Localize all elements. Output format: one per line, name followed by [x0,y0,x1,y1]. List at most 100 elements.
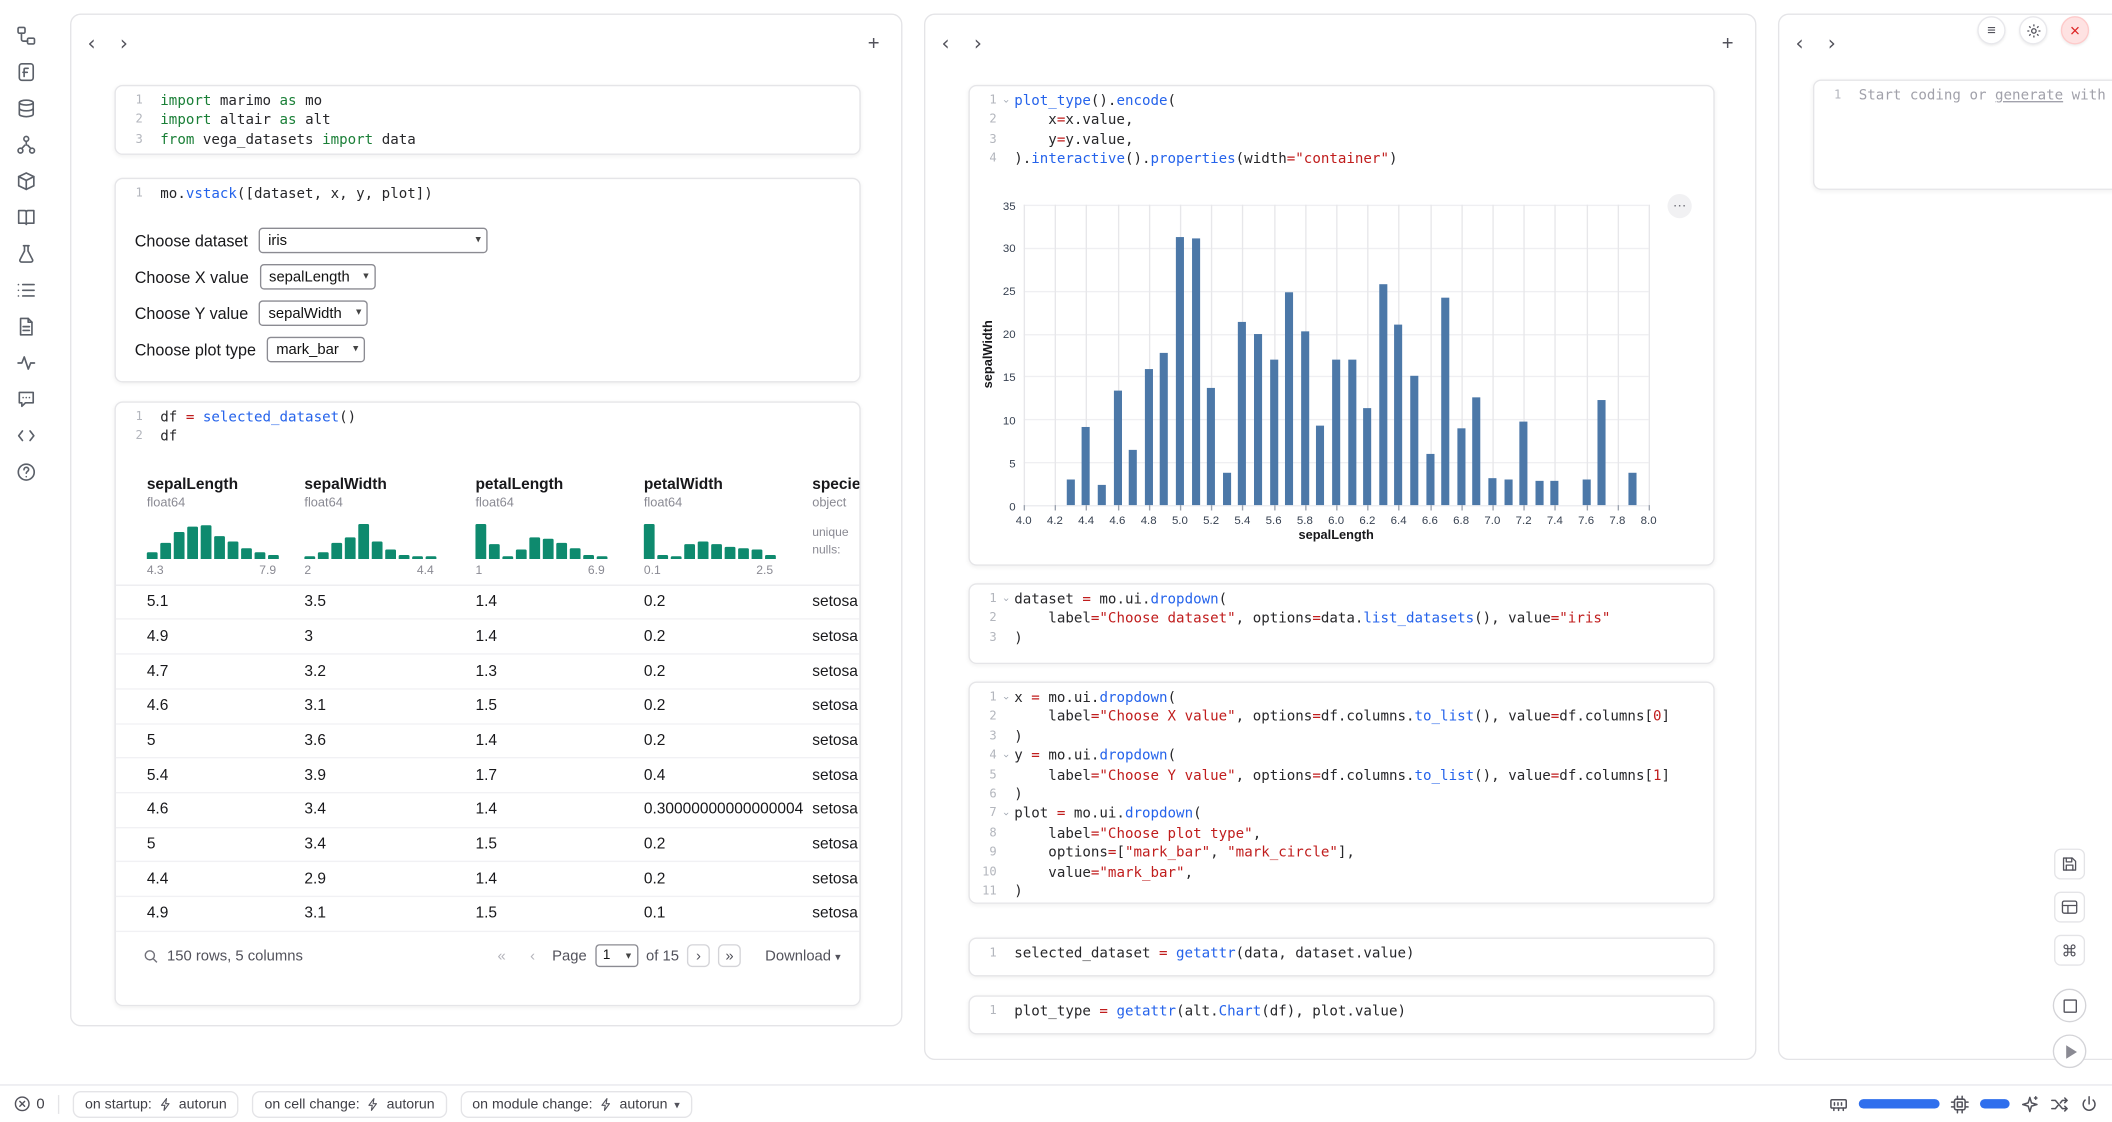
chart-bar[interactable] [1113,391,1121,505]
editor-placeholder[interactable]: Start coding or [1859,88,1995,104]
cell-plot-type[interactable]: 1plot_type = getattr(alt.Chart(df), plot… [968,995,1714,1034]
search-icon[interactable] [143,948,159,964]
chart-bar[interactable] [1160,353,1168,505]
variables-icon[interactable] [15,133,37,155]
chart-bar[interactable] [1441,298,1449,505]
column-header[interactable]: species object uniquenulls: [812,477,860,577]
code-editor[interactable]: 1selected_dataset = getattr(data, datase… [970,939,1714,969]
notebook-file-icon[interactable] [15,61,37,83]
add-cell-button[interactable]: + [1714,30,1742,56]
packages-icon[interactable] [15,170,37,192]
chart-bar[interactable] [1301,332,1309,505]
chart-bar[interactable] [1238,322,1246,505]
column-header[interactable]: petalLength float64 16.9 [475,477,643,577]
generate-link[interactable]: generate [1995,88,2063,104]
chart-actions-button[interactable]: ⋯ [1668,194,1692,218]
column-next-button[interactable]: › [971,33,984,53]
column-header[interactable]: petalWidth float64 0.12.5 [644,477,812,577]
cpu-usage-meter[interactable] [1980,1099,2010,1108]
page-number-select[interactable]: 1 [595,944,638,967]
settings-button[interactable] [2019,16,2047,44]
table-row[interactable]: 4.63.41.40.30000000000000004setosa [116,793,860,828]
column-next-button[interactable]: › [117,33,130,53]
ai-assistant-button[interactable] [2020,1094,2039,1113]
chart-bar[interactable] [1067,479,1075,505]
chart-bar[interactable] [1488,478,1496,505]
chart-bar[interactable] [1145,369,1153,505]
shutdown-button[interactable]: × [2061,16,2089,44]
on-cell-change-chip[interactable]: on cell change: autorun [252,1090,446,1117]
column-header[interactable]: sepalLength float64 4.37.9 [147,477,305,577]
table-row[interactable]: 5.43.91.70.4setosa [116,759,860,794]
code-editor[interactable]: 1plot_type = getattr(alt.Chart(df), plot… [970,997,1714,1027]
code-editor[interactable]: 1df = selected_dataset()2df [116,403,860,453]
on-module-change-chip[interactable]: on module change: autorun [460,1090,692,1117]
power-button[interactable] [2080,1094,2099,1113]
memory-usage-meter[interactable] [1859,1099,1940,1108]
column-prev-button[interactable]: ‹ [939,33,952,53]
chart-bar[interactable] [1223,473,1231,505]
on-startup-chip[interactable]: on startup: autorun [73,1090,239,1117]
table-row[interactable]: 53.41.50.2setosa [116,828,860,863]
cell-selected-dataset[interactable]: 1selected_dataset = getattr(data, datase… [968,937,1714,976]
layout-button[interactable] [2054,892,2085,923]
code-editor[interactable]: 1mo.vstack([dataset, x, y, plot]) [116,179,860,209]
table-row[interactable]: 4.931.40.2setosa [116,620,860,655]
add-cell-button[interactable]: + [860,30,888,56]
chart-bar[interactable] [1535,480,1543,505]
code-editor[interactable]: 1›x = mo.ui.dropdown(2 label="Choose X v… [970,683,1714,904]
fold-chevron-icon[interactable]: › [996,596,1015,603]
dataset-select[interactable]: iris [259,228,488,254]
table-row[interactable]: 5.13.51.40.2setosa [116,586,860,621]
table-row[interactable]: 4.63.11.50.2setosa [116,689,860,724]
chart-bar[interactable] [1395,324,1403,505]
keyboard-shortcuts-button[interactable]: ⌘ [2054,935,2085,966]
chart-bar[interactable] [1473,398,1481,505]
chart-bar[interactable] [1082,427,1090,505]
column-header[interactable]: sepalWidth float64 24.4 [304,477,475,577]
cell-imports[interactable]: 1import marimo as mo2import altair as al… [114,85,860,155]
datasources-icon[interactable] [15,97,37,119]
next-page-button[interactable]: › [687,944,710,967]
save-button[interactable] [2054,849,2085,880]
chart-bar[interactable] [1379,285,1387,506]
errors-button[interactable]: 0 [13,1095,44,1113]
chart-bar[interactable] [1316,426,1324,505]
documentation-icon[interactable] [15,206,37,228]
first-page-button[interactable]: « [490,944,513,967]
file-tree-icon[interactable] [15,24,37,46]
snippets-icon[interactable] [15,424,37,446]
chart-bar[interactable] [1426,454,1434,505]
chart-bar[interactable] [1129,450,1137,505]
chart-bar[interactable] [1348,359,1356,505]
y-value-select[interactable]: sepalWidth [259,301,368,327]
download-button[interactable]: Download [765,948,840,964]
run-all-button[interactable] [2053,1034,2087,1068]
plot-type-select[interactable]: mark_bar [267,337,365,363]
prev-page-button[interactable]: ‹ [521,944,544,967]
chart-bar[interactable] [1629,472,1637,505]
scratchpad-icon[interactable] [15,242,37,264]
table-row[interactable]: 4.73.21.30.2setosa [116,655,860,690]
tracing-icon[interactable] [15,352,37,374]
logs-icon[interactable] [15,315,37,337]
chart-bar[interactable] [1254,334,1262,505]
chart-bar[interactable] [1191,239,1199,505]
menu-button[interactable]: ≡ [1977,16,2005,44]
chart-bar[interactable] [1098,485,1106,505]
fold-chevron-icon[interactable]: › [996,695,1015,702]
chart-bar[interactable] [1457,428,1465,505]
cell-xy-plot-dropdowns[interactable]: 1›x = mo.ui.dropdown(2 label="Choose X v… [968,682,1714,904]
column-next-button[interactable]: › [1825,33,1838,53]
fold-chevron-icon[interactable]: › [996,811,1015,818]
chart-bar[interactable] [1410,376,1418,505]
chart-bar[interactable] [1270,360,1278,505]
chart-bar[interactable] [1176,237,1184,505]
cell-dataframe[interactable]: 1df = selected_dataset()2df sepalLength … [114,401,860,1006]
chart-bar[interactable] [1582,479,1590,505]
chat-icon[interactable] [15,388,37,410]
chart-bar[interactable] [1285,292,1293,505]
chart-bar[interactable] [1207,388,1215,506]
cell-dataset-dropdown[interactable]: 1›dataset = mo.ui.dropdown(2 label="Choo… [968,583,1714,664]
chart-bar[interactable] [1551,481,1559,505]
